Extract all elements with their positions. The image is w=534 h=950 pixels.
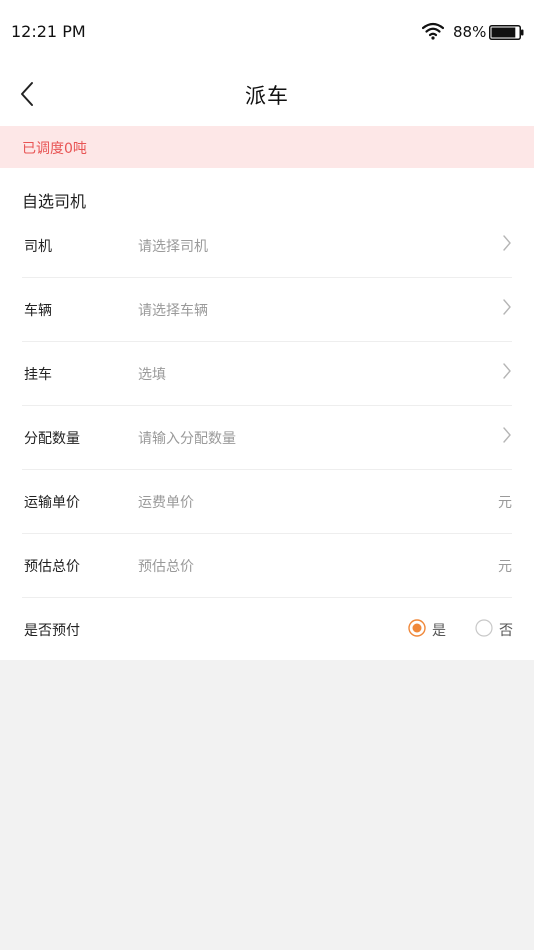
- unit-price-label: 运输单价: [24, 495, 80, 511]
- chevron-right-icon: [503, 427, 511, 443]
- quantity-input-row[interactable]: 分配数量 请输入分配数量: [22, 406, 512, 470]
- driver-placeholder: 请选择司机: [138, 239, 208, 255]
- trailer-placeholder: 选填: [138, 367, 166, 383]
- chevron-right-icon: [503, 299, 511, 315]
- chevron-right-icon: [503, 363, 511, 379]
- total-price-placeholder[interactable]: 预估总价: [138, 556, 194, 576]
- driver-select-row[interactable]: 司机 请选择司机: [22, 214, 512, 278]
- battery-icon: [489, 25, 524, 40]
- prepay-label: 是否预付: [24, 623, 80, 639]
- prepay-row: 是否预付 是 否: [22, 598, 513, 662]
- radio-unchecked-icon: [475, 619, 493, 637]
- total-price-label: 预估总价: [24, 559, 80, 575]
- status-bar: 12:21 PM 88%: [0, 0, 534, 62]
- section-title: 自选司机: [22, 192, 87, 211]
- total-price-currency: 元: [498, 559, 512, 575]
- unit-price-placeholder[interactable]: 运费单价: [138, 492, 194, 512]
- nav-bar: 派车: [0, 62, 534, 126]
- chevron-right-icon: [503, 235, 511, 251]
- driver-label: 司机: [24, 239, 52, 255]
- quantity-placeholder: 请输入分配数量: [138, 431, 236, 447]
- dispatched-tonnage-text: 已调度0吨: [22, 141, 87, 157]
- unit-price-input-row[interactable]: 运输单价 运费单价 元: [22, 470, 512, 534]
- radio-checked-icon: [408, 619, 426, 637]
- total-price-input-row[interactable]: 预估总价 预估总价 元: [22, 534, 512, 598]
- dispatch-status-banner: 已调度0吨: [0, 126, 534, 168]
- status-time: 12:21 PM: [11, 22, 86, 41]
- page-title: 派车: [245, 84, 289, 108]
- trailer-label: 挂车: [24, 367, 52, 383]
- prepay-no-label: 否: [499, 623, 513, 639]
- unit-price-currency: 元: [498, 495, 512, 511]
- wifi-icon: [422, 22, 444, 40]
- prepay-yes-label: 是: [432, 623, 446, 639]
- battery-percent: 88%: [453, 23, 487, 41]
- quantity-label: 分配数量: [24, 431, 80, 447]
- vehicle-label: 车辆: [24, 303, 52, 319]
- dispatch-form: 自选司机 司机 请选择司机 车辆 请选择车辆 挂车 选填 分配数量 请输入分配数…: [0, 168, 534, 660]
- vehicle-select-row[interactable]: 车辆 请选择车辆: [22, 278, 512, 342]
- trailer-select-row[interactable]: 挂车 选填: [22, 342, 512, 406]
- vehicle-placeholder: 请选择车辆: [138, 303, 208, 319]
